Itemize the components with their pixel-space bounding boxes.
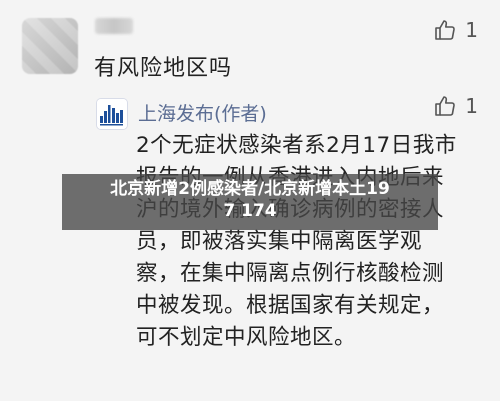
thumbs-up-icon — [435, 20, 456, 40]
reply-like-count: 1 — [465, 94, 478, 118]
reply-text: 2个无症状感染者系2月17日我市报告的一例从香港进入内地后来沪的境外输入确诊病例… — [136, 133, 457, 350]
reply-like-button[interactable]: 1 — [433, 94, 478, 118]
comment-item: 有风险地区吗 1 — [0, 0, 500, 90]
comment-thread: 有风险地区吗 1 上海发布(作者) 1 2个无症状感染者系2月17日我市 员，即… — [0, 0, 500, 401]
comment-text: 有风险地区吗 — [94, 56, 233, 81]
shanghai-skyline-logo-icon — [97, 99, 127, 129]
commenter-avatar[interactable] — [22, 18, 78, 74]
comment-like-count: 1 — [465, 18, 478, 42]
banner-line-1: 北京新增2例感染者/北京新增本土19 — [110, 179, 390, 199]
comment-like-button[interactable]: 1 — [433, 18, 478, 42]
reply-avatar[interactable] — [96, 98, 128, 130]
thumbs-up-icon — [435, 96, 456, 116]
banner-line-2: 7 174 — [223, 201, 277, 221]
headline-banner[interactable]: 北京新增2例感染者/北京新增本土19 7 174 — [62, 174, 438, 230]
author-reply: 上海发布(作者) 1 2个无症状感染者系2月17日我市报告的一例从香港进入内地后… — [94, 90, 500, 401]
reply-author-name[interactable]: 上海发布(作者) — [138, 99, 267, 126]
commenter-name-blurred — [95, 18, 133, 34]
